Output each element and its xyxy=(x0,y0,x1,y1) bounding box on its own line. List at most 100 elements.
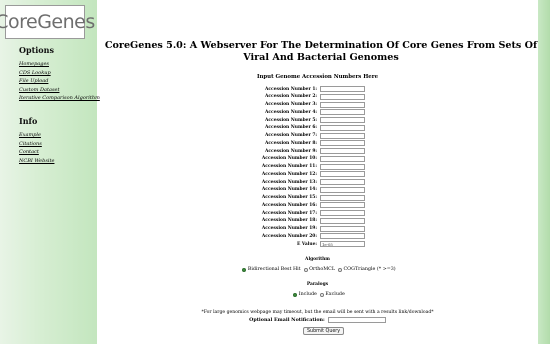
algorithm-heading: Algorithm xyxy=(305,257,330,262)
accession-label: Accession Number 1: xyxy=(264,86,317,92)
accession-row: Accession Number 5: xyxy=(247,117,367,125)
accession-row: Accession Number 4: xyxy=(247,109,367,117)
accession-row: Accession Number 19: xyxy=(247,225,367,234)
accession-row: Accession Number 11: xyxy=(247,163,367,172)
accession-label: Accession Number 4: xyxy=(264,109,317,115)
timeout-note: *For large genomics webpage may timeout,… xyxy=(201,310,434,315)
evalue-input[interactable]: 1e-05 xyxy=(320,241,365,248)
accession-input-3[interactable] xyxy=(320,101,365,108)
accession-label: Accession Number 2: xyxy=(264,94,317,100)
evalue-label: E Value: xyxy=(297,241,317,247)
accession-row: Accession Number 14: xyxy=(247,186,367,195)
accession-label: Accession Number 7: xyxy=(264,133,317,138)
accession-row: Accession Number 20: xyxy=(247,233,367,241)
accession-input-1[interactable] xyxy=(320,86,365,93)
accession-row: Accession Number 15: xyxy=(247,194,367,203)
accession-label: Accession Number 10: xyxy=(261,156,317,162)
accession-label: Accession Number 17: xyxy=(261,210,317,216)
accession-label: Accession Number 15: xyxy=(261,195,317,200)
sidebar-link-citations[interactable]: Citations xyxy=(19,140,54,149)
sidebar: CoreGenes Options Homepages CDS Lookup F… xyxy=(0,0,100,344)
email-label: Optional Email Notification: xyxy=(249,317,325,323)
sidebar-link-iterative-comparison[interactable]: Iterative Comparison Algorithm xyxy=(19,94,100,103)
accession-label: Accession Number 11: xyxy=(261,164,317,169)
algorithm-option-label: Bidirectional Best Hit xyxy=(247,267,301,272)
radio-orthomcl[interactable] xyxy=(303,267,308,272)
accession-label: Accession Number 20: xyxy=(261,233,317,239)
accession-label: Accession Number 19: xyxy=(261,226,317,231)
accession-row: Accession Number 1: xyxy=(247,86,367,94)
accession-row: Accession Number 3: xyxy=(247,101,367,110)
accession-row: Accession Number 6: xyxy=(247,124,367,133)
accession-input-13[interactable] xyxy=(320,179,365,186)
accession-input-2[interactable] xyxy=(320,93,365,100)
accession-input-10[interactable] xyxy=(320,155,365,162)
accession-row: Accession Number 17: xyxy=(247,210,367,218)
accession-input-9[interactable] xyxy=(320,148,365,155)
info-links: Example Citations Contact NCBI Website xyxy=(19,131,54,165)
sidebar-link-ncbi-website[interactable]: NCBI Website xyxy=(19,157,54,166)
submit-query-button[interactable]: Submit Query xyxy=(303,327,345,335)
info-heading: Info xyxy=(19,116,38,126)
accession-input-19[interactable] xyxy=(320,225,365,232)
accession-input-14[interactable] xyxy=(320,186,365,193)
email-input[interactable] xyxy=(327,317,386,323)
logo[interactable]: CoreGenes xyxy=(0,5,95,39)
sidebar-link-file-upload[interactable]: File Upload xyxy=(19,77,100,86)
logo-text: CoreGenes xyxy=(0,11,95,33)
options-links: Homepages CDS Lookup File Upload Custom … xyxy=(19,60,100,103)
algorithm-options: Bidirectional Best Hit OrthoMCL COGTrian… xyxy=(97,267,538,272)
page-title: CoreGenes 5.0: A Webserver For The Deter… xyxy=(104,40,538,63)
accession-input-18[interactable] xyxy=(320,217,365,224)
paralogs-option-label: Exclude xyxy=(325,292,345,297)
accession-input-16[interactable] xyxy=(320,202,365,209)
accession-row: Accession Number 13: xyxy=(247,179,367,187)
sidebar-link-contact[interactable]: Contact xyxy=(19,148,54,157)
accession-label: Accession Number 6: xyxy=(264,125,317,131)
accession-label: Accession Number 18: xyxy=(261,218,317,224)
evalue-row: E Value: 1e-05 xyxy=(247,241,367,249)
accession-input-11[interactable] xyxy=(320,163,365,170)
accession-input-4[interactable] xyxy=(320,109,365,116)
accession-row: Accession Number 12: xyxy=(247,171,367,179)
accession-row: Accession Number 10: xyxy=(247,155,367,164)
main-content: CoreGenes 5.0: A Webserver For The Deter… xyxy=(97,0,538,344)
paralogs-heading: Paralogs xyxy=(306,282,329,287)
accession-row: Accession Number 7: xyxy=(247,132,367,141)
accession-form: Accession Number 1: Accession Number 2: Ac… xyxy=(247,86,367,241)
sidebar-link-homepages[interactable]: Homepages xyxy=(19,60,100,69)
accession-subheading: Input Genome Accession Numbers Here xyxy=(256,74,379,80)
accession-row: Accession Number 8: xyxy=(247,140,367,148)
accession-input-20[interactable] xyxy=(320,233,365,240)
radio-exclude[interactable] xyxy=(319,292,324,297)
radio-cogtriangle[interactable] xyxy=(338,267,343,272)
accession-input-7[interactable] xyxy=(320,132,365,139)
sidebar-link-custom-dataset[interactable]: Custom Dataset xyxy=(19,86,100,95)
email-row: Optional Email Notification: xyxy=(97,317,538,323)
algorithm-option-label: OrthoMCL xyxy=(309,267,336,272)
accession-input-8[interactable] xyxy=(320,140,365,147)
accession-row: Accession Number 9: xyxy=(247,148,367,156)
accession-label: Accession Number 14: xyxy=(261,187,317,193)
accession-label: Accession Number 5: xyxy=(264,117,317,123)
accession-label: Accession Number 8: xyxy=(264,140,317,146)
sidebar-link-example[interactable]: Example xyxy=(19,131,54,140)
paralogs-option-label: Include xyxy=(298,292,317,297)
accession-label: Accession Number 16: xyxy=(261,202,317,208)
accession-input-15[interactable] xyxy=(320,194,365,201)
accession-label: Accession Number 9: xyxy=(264,148,317,154)
accession-row: Accession Number 16: xyxy=(247,202,367,210)
paralogs-options: Include Exclude xyxy=(97,292,538,297)
radio-include[interactable] xyxy=(293,292,298,297)
accession-input-12[interactable] xyxy=(320,171,365,178)
radio-bidirectional-best-hit[interactable] xyxy=(242,267,247,272)
sidebar-link-cds-lookup[interactable]: CDS Lookup xyxy=(19,69,100,78)
accession-input-6[interactable] xyxy=(320,124,365,131)
accession-row: Accession Number 18: xyxy=(247,217,367,226)
accession-label: Accession Number 13: xyxy=(261,179,317,185)
accession-label: Accession Number 3: xyxy=(264,102,317,107)
accession-row: Accession Number 2: xyxy=(247,93,367,102)
accession-input-17[interactable] xyxy=(320,210,365,217)
accession-input-5[interactable] xyxy=(320,117,365,124)
algorithm-option-label: COGTriangle (* >=3) xyxy=(343,267,396,272)
